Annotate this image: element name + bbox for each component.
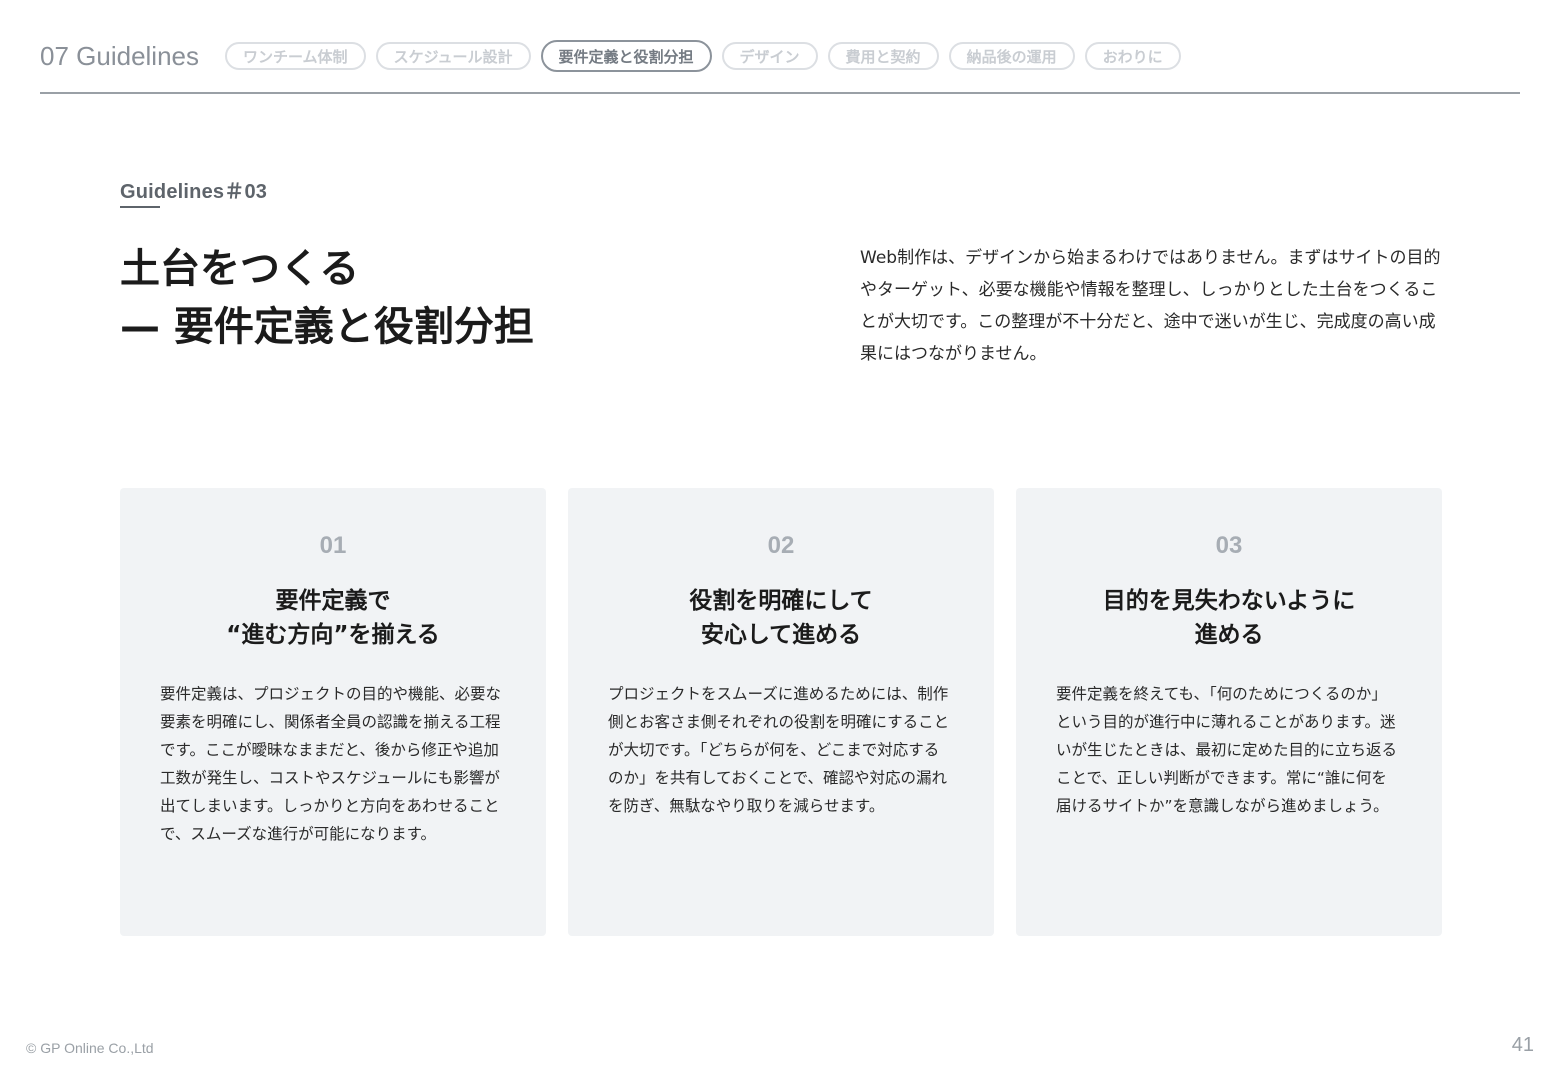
tab-requirements[interactable]: 要件定義と役割分担 bbox=[540, 40, 712, 72]
eyebrow-underline bbox=[120, 206, 160, 208]
card-number: 01 bbox=[319, 532, 347, 559]
card-title-line-1: 役割を明確にして bbox=[689, 588, 873, 614]
page-title-line-1: 土台をつくる bbox=[120, 246, 360, 292]
card-body: 要件定義を終えても、「何のためにつくるのか」という目的が進行中に薄れることがあり… bbox=[1056, 685, 1398, 815]
card-title-line-1: 要件定義で bbox=[275, 588, 391, 614]
card-title-line-2: 進める bbox=[1194, 622, 1264, 648]
tab-cost-contract[interactable]: 費用と契約 bbox=[827, 42, 939, 70]
card-title-line-2: 安心して進める bbox=[700, 622, 862, 648]
tab-closing[interactable]: おわりに bbox=[1084, 42, 1181, 70]
card-purpose: 03 目的を見失わないように 進める 要件定義を終えても、「何のためにつくるのか… bbox=[1016, 488, 1442, 936]
tab-operation[interactable]: 納品後の運用 bbox=[948, 42, 1075, 70]
guideline-eyebrow: Guidelines＃03 bbox=[120, 181, 268, 203]
intro-paragraph: Web制作は、デザインから始まるわけではありません。まずはサイトの目的やターゲッ… bbox=[860, 248, 1441, 364]
card-title-line-1: 目的を見失わないように bbox=[1102, 588, 1356, 614]
section-tabs: ワンチーム体制 スケジュール設計 要件定義と役割分担 デザイン 費用と契約 納品… bbox=[225, 40, 1181, 72]
copyright-text: © GP Online Co.,Ltd bbox=[26, 1040, 154, 1056]
card-title: 要件定義で “進む方向”を揃える bbox=[120, 584, 546, 652]
card-body: 要件定義は、プロジェクトの目的や機能、必要な要素を明確にし、関係者全員の認識を揃… bbox=[160, 685, 502, 843]
tab-schedule[interactable]: スケジュール設計 bbox=[375, 42, 531, 70]
card-title: 役割を明確にして 安心して進める bbox=[568, 584, 994, 652]
guideline-cards: 01 要件定義で “進む方向”を揃える 要件定義は、プロジェクトの目的や機能、必… bbox=[120, 488, 1442, 936]
page-number: 41 bbox=[1511, 1034, 1534, 1056]
card-title-line-2: “進む方向”を揃える bbox=[226, 622, 440, 648]
tab-one-team[interactable]: ワンチーム体制 bbox=[225, 42, 366, 70]
section-title: 07 Guidelines bbox=[40, 40, 199, 71]
header-bar: 07 Guidelines ワンチーム体制 スケジュール設計 要件定義と役割分担… bbox=[40, 38, 1520, 74]
page-title: 土台をつくる — 要件定義と役割分担 bbox=[120, 240, 534, 356]
card-title: 目的を見失わないように 進める bbox=[1016, 584, 1442, 652]
card-requirements: 01 要件定義で “進む方向”を揃える 要件定義は、プロジェクトの目的や機能、必… bbox=[120, 488, 546, 936]
tab-design[interactable]: デザイン bbox=[721, 42, 818, 70]
header-divider bbox=[40, 92, 1520, 94]
card-roles: 02 役割を明確にして 安心して進める プロジェクトをスムーズに進めるためには、… bbox=[568, 488, 994, 936]
card-number: 02 bbox=[767, 532, 795, 559]
page-title-line-2: — 要件定義と役割分担 bbox=[120, 304, 534, 350]
card-number: 03 bbox=[1215, 532, 1243, 559]
card-body: プロジェクトをスムーズに進めるためには、制作側とお客さま側それぞれの役割を明確に… bbox=[608, 685, 950, 815]
